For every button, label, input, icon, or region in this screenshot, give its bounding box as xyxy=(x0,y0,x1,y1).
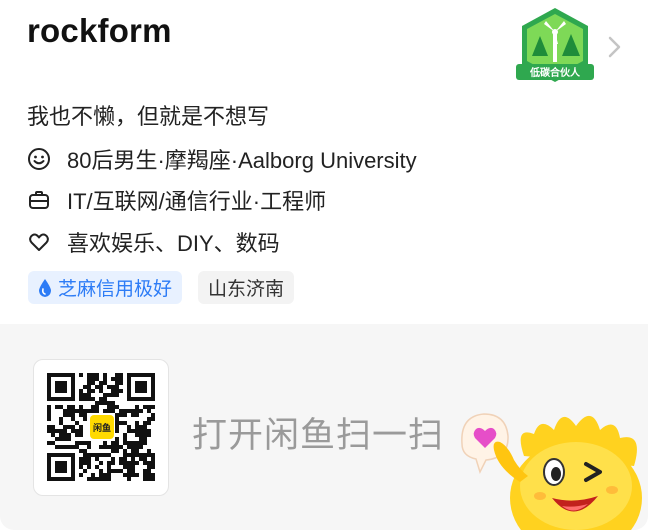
scan-prompt: 打开闲鱼扫一扫 xyxy=(192,416,445,455)
username: rockform xyxy=(27,12,172,49)
sesame-credit-label: 芝麻信用极好 xyxy=(58,279,173,300)
qr-code[interactable]: 闲鱼 xyxy=(33,359,169,496)
qr-section: 闲鱼 打开闲鱼扫一扫 xyxy=(0,324,648,530)
smiley-icon xyxy=(28,148,50,170)
bio-text: 我也不懒，但就是不想写 xyxy=(27,104,270,129)
info-basic-text: 80后男生·摩羯座·Aalborg University xyxy=(67,148,417,173)
info-row-job: IT/互联网/通信行业·工程师 xyxy=(27,184,326,216)
briefcase-icon xyxy=(29,191,49,209)
svg-text:低碳合伙人: 低碳合伙人 xyxy=(529,66,581,79)
xianyu-logo-icon: 闲鱼 xyxy=(90,415,114,439)
water-drop-icon xyxy=(39,278,51,297)
info-row-basic: 80后男生·摩羯座·Aalborg University xyxy=(27,143,417,175)
sesame-credit-tag[interactable]: 芝麻信用极好 xyxy=(28,271,183,304)
low-carbon-badge-icon[interactable]: 低碳合伙人 xyxy=(514,6,596,88)
mascot-illustration xyxy=(461,413,642,530)
heart-outline-icon xyxy=(29,233,49,251)
info-hobbies-text: 喜欢娱乐、DIY、数码 xyxy=(67,231,280,256)
location-tag: 山东济南 xyxy=(198,271,295,304)
info-job-text: IT/互联网/通信行业·工程师 xyxy=(67,189,327,214)
info-row-hobbies: 喜欢娱乐、DIY、数码 xyxy=(27,226,280,258)
location-label: 山东济南 xyxy=(208,279,285,300)
profile-card: rockform 低碳合伙人 我也不懒，但就是不想写 80后男生·摩羯座·Aal… xyxy=(0,0,648,530)
chevron-right-icon[interactable] xyxy=(606,34,624,60)
